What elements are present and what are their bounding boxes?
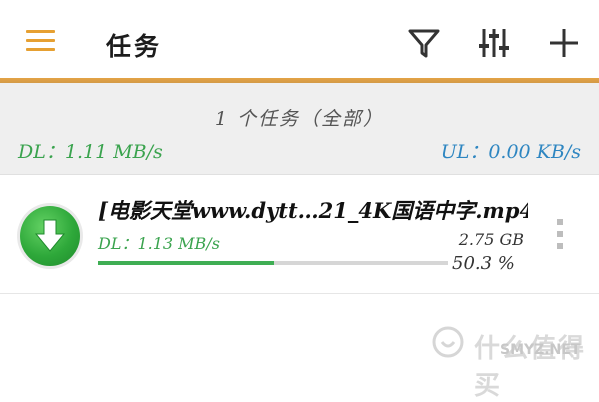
task-progress-percent: 50.3 % xyxy=(452,253,515,274)
task-count-label: 1 个任务（全部） xyxy=(214,108,385,130)
watermark-site: SMYZ.NET xyxy=(500,342,581,358)
sliders-icon[interactable] xyxy=(476,26,512,60)
task-summary: 1 个任务（全部） DL：1.11 MB/s UL：0.00 KB/s xyxy=(0,83,599,174)
task-file-size: 2.75 GB xyxy=(458,230,524,249)
watermark-logo-icon xyxy=(432,326,464,358)
task-file-name: [电影天堂www.dytt…21_4K国语中字.mp4 xyxy=(98,198,528,223)
page-title: 任务 xyxy=(106,32,163,61)
watermark-text: 什么值得买 xyxy=(474,334,587,401)
more-options-icon[interactable] xyxy=(554,217,566,253)
app-bar: 任务 xyxy=(0,0,599,78)
divider xyxy=(0,293,599,294)
task-row[interactable]: [电影天堂www.dytt…21_4K国语中字.mp4 DL：1.13 MB/s… xyxy=(0,175,599,293)
task-progress-fill xyxy=(98,261,275,265)
task-download-speed: DL：1.13 MB/s xyxy=(98,234,220,253)
total-upload-speed: UL：0.00 KB/s xyxy=(440,141,581,163)
watermark: 什么值得买 SMYZ.NET xyxy=(430,322,590,401)
download-arrow-icon[interactable] xyxy=(20,206,80,266)
add-icon[interactable] xyxy=(546,26,582,60)
total-download-speed: DL：1.11 MB/s xyxy=(18,141,163,163)
menu-icon[interactable] xyxy=(26,30,56,54)
task-progress-bar xyxy=(98,261,448,265)
filter-icon[interactable] xyxy=(406,26,442,60)
